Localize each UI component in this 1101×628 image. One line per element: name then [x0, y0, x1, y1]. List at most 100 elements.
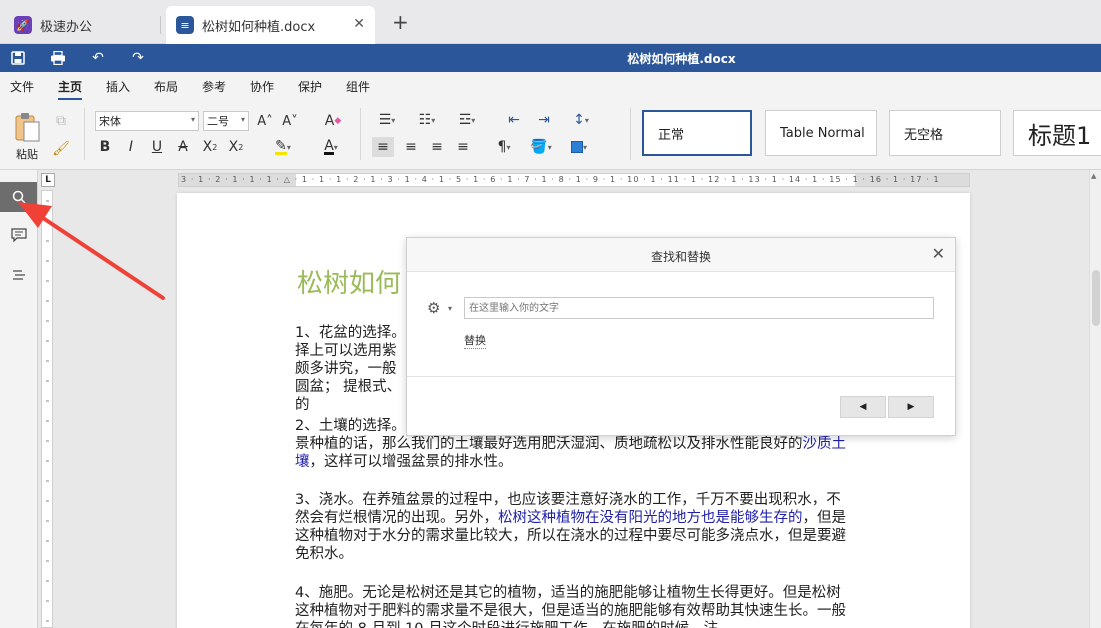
arrow-right-icon: ▶	[907, 402, 915, 412]
italic-icon[interactable]: I	[122, 138, 140, 156]
scrollbar-thumb[interactable]	[1092, 270, 1100, 326]
paragraph-2-text: 景种植的话，那么我们的土壤最好选用肥沃湿润、质地疏松以及排水性能良好的	[295, 436, 803, 452]
format-painter-icon[interactable]: 🖌	[52, 140, 70, 158]
menu-plugins[interactable]: 组件	[346, 78, 370, 95]
align-right-icon[interactable]: ≡	[426, 137, 448, 157]
menu-layout[interactable]: 布局	[154, 78, 178, 95]
multilevel-list-icon[interactable]: ☲ ▾	[452, 111, 482, 129]
menu-file[interactable]: 文件	[10, 78, 34, 95]
left-sidebar	[0, 170, 38, 628]
decrease-indent-icon[interactable]: ⇤	[504, 111, 524, 129]
paste-label: 粘贴	[16, 148, 38, 161]
paragraph-3-link[interactable]: 松树这种植物在没有阳光的地方也是能够生存的	[498, 510, 803, 526]
find-previous-button[interactable]: ◀	[840, 396, 886, 418]
style-label: Table Normal	[780, 125, 865, 141]
paragraph-mark-icon[interactable]: ¶ ▾	[490, 137, 518, 157]
tab-label: 松树如何种植.docx	[202, 19, 316, 35]
ribbon-separator	[630, 108, 631, 160]
close-icon[interactable]: ✕	[932, 244, 945, 263]
document-title: 松树如何种植.docx	[627, 52, 736, 66]
text-line: 择上可以选用紫	[295, 343, 397, 359]
copy-icon[interactable]: ⧉	[52, 112, 70, 130]
clear-format-icon[interactable]: A ◆	[323, 111, 343, 131]
vertical-scrollbar[interactable]: ▲	[1089, 170, 1101, 628]
justify-icon[interactable]: ≡	[452, 137, 474, 157]
gear-icon[interactable]: ⚙	[427, 299, 440, 317]
search-icon[interactable]	[0, 182, 37, 212]
menu-insert[interactable]: 插入	[106, 78, 130, 95]
borders-icon[interactable]: ▾	[564, 137, 594, 157]
shading-icon[interactable]: 🪣 ▾	[526, 137, 556, 157]
font-name-value: 宋体	[99, 115, 121, 128]
paragraph-2-text: ，这样可以增强盆景的排水性。	[309, 454, 513, 470]
menu-bar: 文件 主页 插入 布局 参考 协作 保护 组件	[0, 72, 1101, 100]
font-name-select[interactable]: 宋体 ▾	[95, 111, 199, 131]
paragraph-4: 4、施肥。无论是松树还是其它的植物，适当的施肥能够让植物生长得更好。但是松树这种…	[295, 585, 846, 628]
horizontal-ruler[interactable]: 3 · 1 · 2 · 1 · 1 · 1 · △ · 1 · 1 · 1 · …	[178, 173, 970, 187]
align-left-icon[interactable]: ≡	[372, 137, 394, 157]
tab-home[interactable]: 🚀 极速办公	[4, 6, 160, 44]
tab-separator	[160, 16, 161, 34]
text-line: 颇多讲究，一般	[295, 361, 397, 377]
text-line: 1、花盆的选择。	[295, 325, 406, 341]
text-line: 圆盆； 提根式、	[295, 379, 402, 395]
tab-document[interactable]: ≡ 松树如何种植.docx ✕	[166, 6, 375, 44]
ribbon: 粘贴 ⧉ 🖌 宋体 ▾ 二号 ▾ A˄ A˅ A ◆ B I U A X2 X2 ✎ ▾…	[0, 100, 1101, 170]
font-size-value: 二号	[207, 115, 229, 128]
style-table-normal[interactable]: Table Normal	[765, 110, 877, 156]
style-heading-1[interactable]: 标题1	[1013, 110, 1101, 156]
line-spacing-icon[interactable]: ↕ ▾	[566, 111, 596, 129]
search-input[interactable]	[464, 297, 934, 319]
dialog-divider	[407, 376, 955, 377]
superscript-icon[interactable]: X2	[200, 138, 220, 156]
strikethrough-icon[interactable]: A	[174, 138, 192, 156]
decrease-font-icon[interactable]: A˅	[280, 111, 300, 131]
doc-icon: ≡	[176, 16, 194, 34]
scroll-up-icon[interactable]: ▲	[1091, 172, 1096, 180]
arrow-left-icon: ◀	[859, 402, 867, 412]
menu-protect[interactable]: 保护	[298, 78, 322, 95]
underline-icon[interactable]: U	[148, 138, 166, 156]
style-label: 无空格	[904, 127, 944, 143]
font-size-select[interactable]: 二号 ▾	[203, 111, 249, 131]
chevron-down-icon: ▾	[240, 115, 245, 124]
title-bar: ↶ ↷ 松树如何种植.docx	[0, 44, 1101, 72]
comment-icon[interactable]	[0, 220, 37, 250]
paragraph-1-end: 的	[295, 397, 310, 413]
tab-stop-selector[interactable]: L	[41, 173, 55, 187]
bullet-list-icon[interactable]: ☰ ▾	[372, 111, 402, 129]
style-label: 标题1	[1028, 121, 1092, 150]
paragraph-1: 1、花盆的选择。 择上可以选用紫 颇多讲究，一般 圆盆； 提根式、	[295, 324, 415, 396]
numbered-list-icon[interactable]: ☷ ▾	[412, 111, 442, 129]
tab-label: 极速办公	[40, 19, 93, 35]
dialog-header[interactable]: 查找和替换 ✕	[407, 238, 955, 272]
chevron-down-icon: ▾	[190, 115, 195, 124]
replace-toggle[interactable]: 替换	[464, 332, 486, 349]
increase-indent-icon[interactable]: ⇥	[534, 111, 554, 129]
close-tab-icon[interactable]: ✕	[353, 16, 365, 32]
navigation-icon[interactable]	[0, 260, 37, 290]
font-color-icon[interactable]: A ▾	[318, 138, 344, 156]
style-label: 正常	[658, 127, 685, 143]
rocket-icon: 🚀	[14, 16, 32, 34]
chevron-down-icon[interactable]: ▾	[448, 304, 452, 313]
ruler-scale: 3 · 1 · 2 · 1 · 1 · 1 · △ · 1 · 1 · 1 · …	[181, 175, 940, 184]
ribbon-separator	[84, 108, 85, 160]
align-center-icon[interactable]: ≡	[400, 137, 422, 157]
menu-references[interactable]: 参考	[202, 78, 226, 95]
increase-font-icon[interactable]: A˄	[255, 111, 275, 131]
highlight-icon[interactable]: ✎ ▾	[270, 138, 296, 156]
document-heading: 松树如何	[297, 269, 402, 299]
vertical-ruler[interactable]	[41, 190, 53, 628]
style-no-spacing[interactable]: 无空格	[889, 110, 1001, 156]
new-tab-icon[interactable]: +	[392, 12, 409, 32]
bold-icon[interactable]: B	[96, 138, 114, 156]
menu-home[interactable]: 主页	[58, 78, 83, 100]
subscript-icon[interactable]: X2	[226, 138, 246, 156]
ruler-ticks	[46, 200, 49, 622]
find-next-button[interactable]: ▶	[888, 396, 934, 418]
style-normal[interactable]: 正常	[642, 110, 752, 156]
paste-icon[interactable]	[10, 110, 44, 144]
menu-collaborate[interactable]: 协作	[250, 78, 274, 95]
ribbon-separator	[360, 108, 361, 160]
